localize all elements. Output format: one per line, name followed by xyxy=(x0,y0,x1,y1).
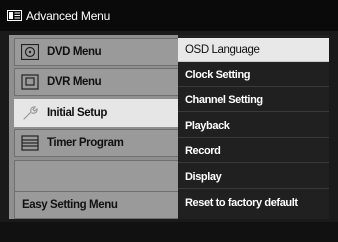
submenu-item-osd-language[interactable]: OSD Language xyxy=(178,38,329,62)
submenu-item-label: Channel Setting xyxy=(185,93,263,106)
menu-item-dvr[interactable]: DVR Menu xyxy=(14,68,178,96)
wrench-icon xyxy=(19,104,41,122)
menu-panel: DVD Menu DVR Menu Initial Setup Timer Pr… xyxy=(9,35,329,219)
menu-item-initial-setup[interactable]: Initial Setup xyxy=(14,99,178,127)
submenu: OSD Language Clock Setting Channel Setti… xyxy=(178,35,329,219)
menu-item-label: DVD Menu xyxy=(47,46,102,58)
menu-item-timer-program[interactable]: Timer Program xyxy=(14,129,178,157)
submenu-item-label: Reset to factory default xyxy=(185,197,298,209)
title-bar: Advanced Menu xyxy=(0,0,338,31)
disc-icon xyxy=(19,43,41,61)
submenu-item-reset-factory-default[interactable]: Reset to factory default xyxy=(178,191,329,215)
submenu-item-channel-setting[interactable]: Channel Setting xyxy=(178,88,329,112)
submenu-item-clock-setting[interactable]: Clock Setting xyxy=(178,63,329,87)
menu-item-empty xyxy=(14,160,178,192)
menu-list-icon xyxy=(7,10,22,21)
submenu-item-label: Display xyxy=(185,170,222,183)
bottom-bar xyxy=(0,222,338,242)
submenu-item-label: OSD Language xyxy=(185,43,260,56)
easy-setting-menu-button[interactable]: Easy Setting Menu xyxy=(14,191,178,219)
submenu-item-label: Clock Setting xyxy=(185,68,251,81)
menu-item-label: DVR Menu xyxy=(47,76,102,88)
menu-item-label: Timer Program xyxy=(47,137,124,149)
submenu-item-playback[interactable]: Playback xyxy=(178,114,329,138)
submenu-item-record[interactable]: Record xyxy=(178,139,329,163)
menu-item-label: Initial Setup xyxy=(47,107,107,119)
submenu-item-label: Playback xyxy=(185,119,230,132)
submenu-item-display[interactable]: Display xyxy=(178,165,329,189)
timer-list-icon xyxy=(19,134,41,152)
hdd-icon xyxy=(19,73,41,91)
menu-item-dvd[interactable]: DVD Menu xyxy=(14,38,178,66)
submenu-item-label: Record xyxy=(185,144,221,157)
menu-item-label: Easy Setting Menu xyxy=(22,199,118,211)
category-menu: DVD Menu DVR Menu Initial Setup Timer Pr… xyxy=(9,35,178,219)
window-title: Advanced Menu xyxy=(26,8,111,23)
